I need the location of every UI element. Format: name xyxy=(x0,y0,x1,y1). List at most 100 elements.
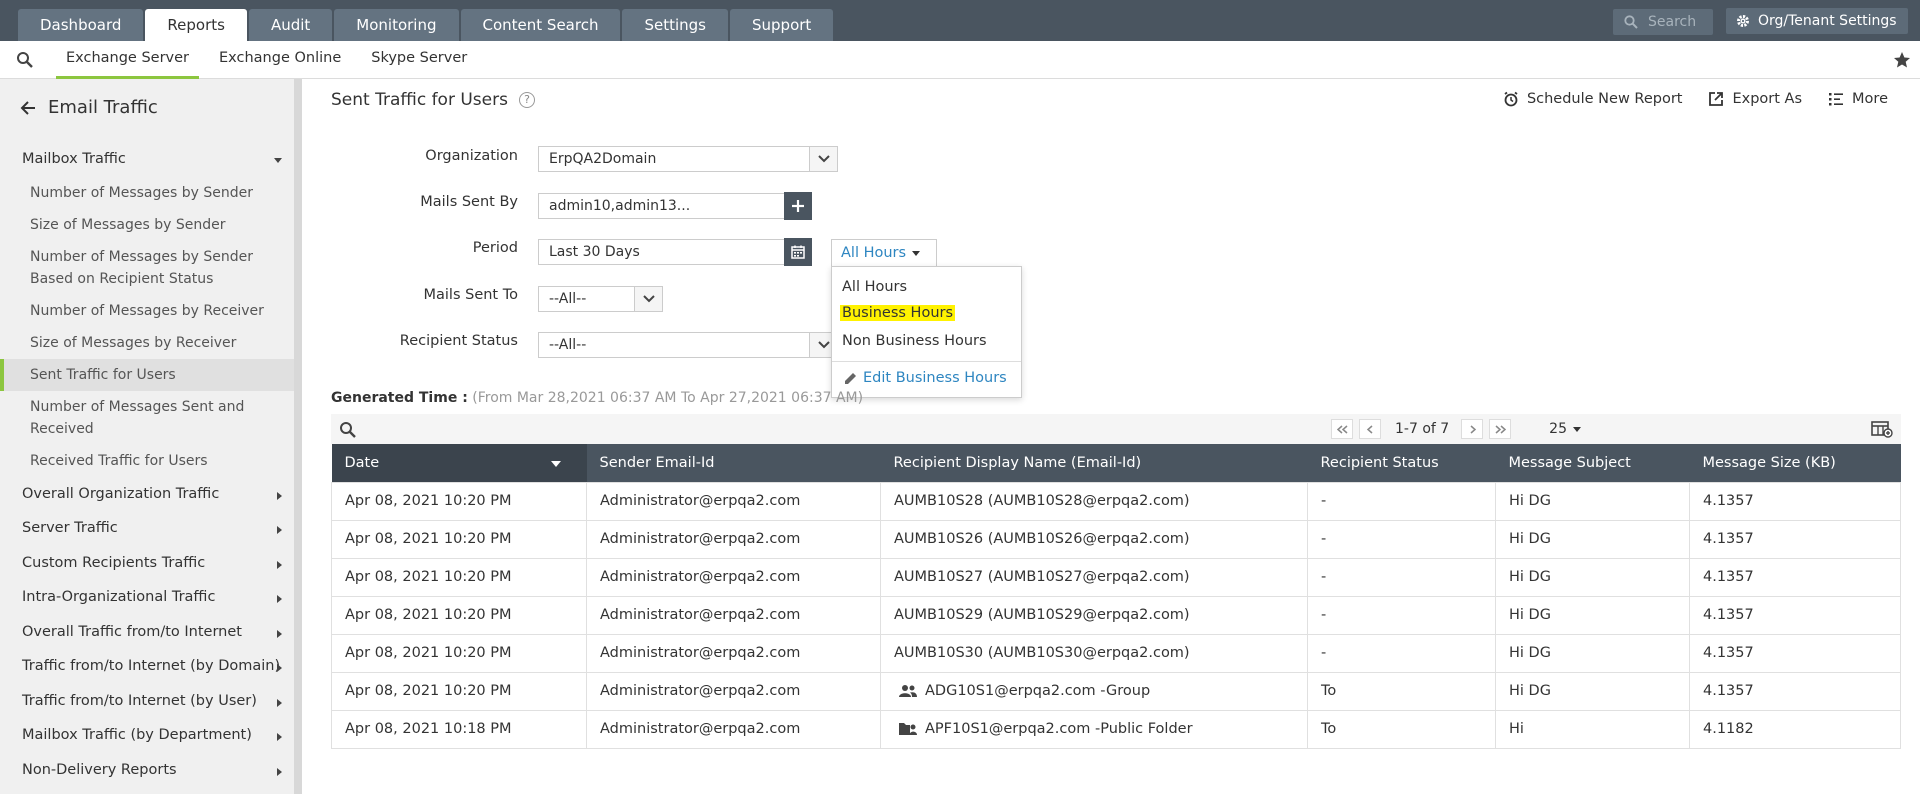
mails-sent-to-select[interactable]: --All-- xyxy=(538,286,663,312)
sidebar-category-mailbox-traffic-department[interactable]: Mailbox Traffic (by Department) xyxy=(0,718,294,753)
search-reports-icon[interactable] xyxy=(16,51,34,69)
generated-time-label: Generated Time : xyxy=(331,390,468,406)
column-header-subject[interactable]: Message Subject xyxy=(1495,444,1690,482)
cell-date: Apr 08, 2021 10:20 PM xyxy=(331,519,587,559)
sidebar-category-label: Mailbox Traffic xyxy=(22,151,126,167)
schedule-new-report-button[interactable]: Schedule New Report xyxy=(1503,91,1682,107)
column-header-sender[interactable]: Sender Email-Id xyxy=(586,444,881,482)
sidebar-category-non-delivery-reports[interactable]: Non-Delivery Reports xyxy=(0,753,294,788)
column-header-date[interactable]: Date xyxy=(331,444,587,482)
chevron-right-icon xyxy=(277,629,282,638)
table-row[interactable]: Apr 08, 2021 10:20 PM Administrator@erpq… xyxy=(331,557,1901,597)
table-row[interactable]: Apr 08, 2021 10:20 PM Administrator@erpq… xyxy=(331,595,1901,635)
edit-business-hours-label: Edit Business Hours xyxy=(863,370,1007,386)
chevron-left-icon xyxy=(1366,425,1373,434)
tab-reports[interactable]: Reports xyxy=(145,9,247,41)
sidebar-category-traffic-internet-user[interactable]: Traffic from/to Internet (by User) xyxy=(0,684,294,719)
help-icon[interactable]: ? xyxy=(519,92,535,108)
organization-select[interactable]: ErpQA2Domain xyxy=(538,146,838,172)
sidebar-collapse-handle[interactable] xyxy=(294,79,302,794)
table-search-icon[interactable] xyxy=(339,421,357,439)
sidebar-item-messages-by-sender[interactable]: Number of Messages by Sender xyxy=(0,177,294,209)
organization-value: ErpQA2Domain xyxy=(549,151,657,167)
add-sender-button[interactable] xyxy=(784,192,812,220)
table-row[interactable]: Apr 08, 2021 10:20 PM Administrator@erpq… xyxy=(331,671,1901,711)
cell-size: 4.1182 xyxy=(1689,709,1901,749)
page-size-value: 25 xyxy=(1549,421,1567,437)
sidebar-category-overall-traffic-internet[interactable]: Overall Traffic from/to Internet xyxy=(0,615,294,650)
table-row[interactable]: Apr 08, 2021 10:20 PM Administrator@erpq… xyxy=(331,633,1901,673)
chevron-right-icon xyxy=(277,698,282,707)
mails-sent-to-label: Mails Sent To xyxy=(423,287,519,303)
sidebar-category-custom-recipients-traffic[interactable]: Custom Recipients Traffic xyxy=(0,546,294,581)
subtab-skype-server[interactable]: Skype Server xyxy=(361,41,477,79)
star-icon[interactable] xyxy=(1893,51,1911,69)
last-page-button[interactable] xyxy=(1489,419,1512,439)
column-header-size[interactable]: Message Size (KB) xyxy=(1689,444,1901,482)
back-arrow-icon[interactable] xyxy=(20,100,36,115)
table-row[interactable]: Apr 08, 2021 10:20 PM Administrator@erpq… xyxy=(331,519,1901,559)
chevron-right-icon xyxy=(277,526,282,534)
prev-page-button[interactable] xyxy=(1359,419,1381,439)
calendar-button[interactable] xyxy=(784,238,812,266)
sidebar-item-size-by-receiver[interactable]: Size of Messages by Receiver xyxy=(0,327,294,359)
tab-audit[interactable]: Audit xyxy=(248,9,333,41)
sidebar-category-overall-organization-traffic[interactable]: Overall Organization Traffic xyxy=(0,477,294,512)
sidebar-category-server-traffic[interactable]: Server Traffic xyxy=(0,511,294,546)
page-size-select[interactable]: 25 xyxy=(1549,421,1581,437)
dropdown-toggle[interactable] xyxy=(634,287,662,311)
option-non-business-hours[interactable]: Non Business Hours xyxy=(842,333,987,349)
dropdown-toggle[interactable] xyxy=(809,147,837,171)
cell-sender: Administrator@erpqa2.com xyxy=(586,481,881,521)
period-field[interactable]: Last 30 Days xyxy=(538,239,786,265)
column-header-recipient[interactable]: Recipient Display Name (Email-Id) xyxy=(880,444,1308,482)
cell-subject: Hi xyxy=(1495,709,1690,749)
column-chooser-icon[interactable] xyxy=(1871,420,1893,438)
sidebar-item-received-traffic-for-users[interactable]: Received Traffic for Users xyxy=(0,445,294,477)
subtab-exchange-server[interactable]: Exchange Server xyxy=(56,41,200,79)
tab-content-search[interactable]: Content Search xyxy=(460,9,621,41)
recipient-text: APF10S1@erpqa2.com -Public Folder xyxy=(925,721,1193,737)
period-value: Last 30 Days xyxy=(549,244,640,260)
cell-sender: Administrator@erpqa2.com xyxy=(586,709,881,749)
option-business-hours[interactable]: Business Hours xyxy=(840,305,956,321)
table-row[interactable]: Apr 08, 2021 10:20 PM Administrator@erpq… xyxy=(331,481,1901,521)
sidebar-item-size-by-sender[interactable]: Size of Messages by Sender xyxy=(0,209,294,241)
tab-settings[interactable]: Settings xyxy=(622,9,728,41)
export-as-button[interactable]: Export As xyxy=(1708,91,1802,107)
option-all-hours[interactable]: All Hours xyxy=(842,279,907,295)
first-page-button[interactable] xyxy=(1331,419,1353,439)
sidebar-category-label: Custom Recipients Traffic xyxy=(22,554,206,571)
edit-business-hours-link[interactable]: Edit Business Hours xyxy=(844,370,1007,386)
recipient-status-select[interactable]: --All-- xyxy=(538,332,838,358)
sidebar-item-messages-by-receiver[interactable]: Number of Messages by Receiver xyxy=(0,295,294,327)
cell-status: - xyxy=(1307,519,1496,559)
global-search-input[interactable]: Search xyxy=(1613,9,1713,35)
sidebar-header[interactable]: Email Traffic xyxy=(20,97,158,118)
export-label: Export As xyxy=(1732,91,1803,107)
column-header-recipient-status[interactable]: Recipient Status xyxy=(1307,444,1496,482)
sidebar-category-label: Server Traffic xyxy=(22,520,118,536)
next-page-button[interactable] xyxy=(1461,419,1484,439)
table-body: Apr 08, 2021 10:20 PM Administrator@erpq… xyxy=(331,481,1901,749)
sidebar-item-sent-traffic-for-users[interactable]: Sent Traffic for Users xyxy=(0,358,294,391)
cell-status: - xyxy=(1307,481,1496,521)
sidebar-category-traffic-internet-domain[interactable]: Traffic from/to Internet (by Domain) xyxy=(0,649,294,684)
chevron-right-icon xyxy=(1470,425,1477,434)
generated-time: Generated Time : (From Mar 28,2021 06:37… xyxy=(331,390,863,406)
tab-support[interactable]: Support xyxy=(730,9,834,41)
cell-recipient: ADG10S1@erpqa2.com -Group xyxy=(880,671,1308,711)
hours-select[interactable]: All Hours xyxy=(831,239,937,267)
mails-sent-by-field[interactable]: admin10,admin13... xyxy=(538,193,786,219)
sidebar-category-mailbox-traffic[interactable]: Mailbox Traffic xyxy=(0,142,294,177)
cell-sender: Administrator@erpqa2.com xyxy=(586,519,881,559)
sidebar-item-messages-by-sender-recipient-status[interactable]: Number of Messages by Sender Based on Re… xyxy=(0,241,294,295)
more-button[interactable]: More xyxy=(1828,91,1888,107)
tab-monitoring[interactable]: Monitoring xyxy=(334,9,459,41)
subtab-exchange-online[interactable]: Exchange Online xyxy=(209,41,351,79)
table-row[interactable]: Apr 08, 2021 10:18 PM Administrator@erpq… xyxy=(331,709,1901,749)
tab-dashboard[interactable]: Dashboard xyxy=(18,9,144,41)
sidebar-item-messages-sent-received[interactable]: Number of Messages Sent and Received xyxy=(0,391,294,445)
org-tenant-settings-button[interactable]: Org/Tenant Settings xyxy=(1726,8,1908,34)
sidebar-category-intra-organizational-traffic[interactable]: Intra-Organizational Traffic xyxy=(0,580,294,615)
